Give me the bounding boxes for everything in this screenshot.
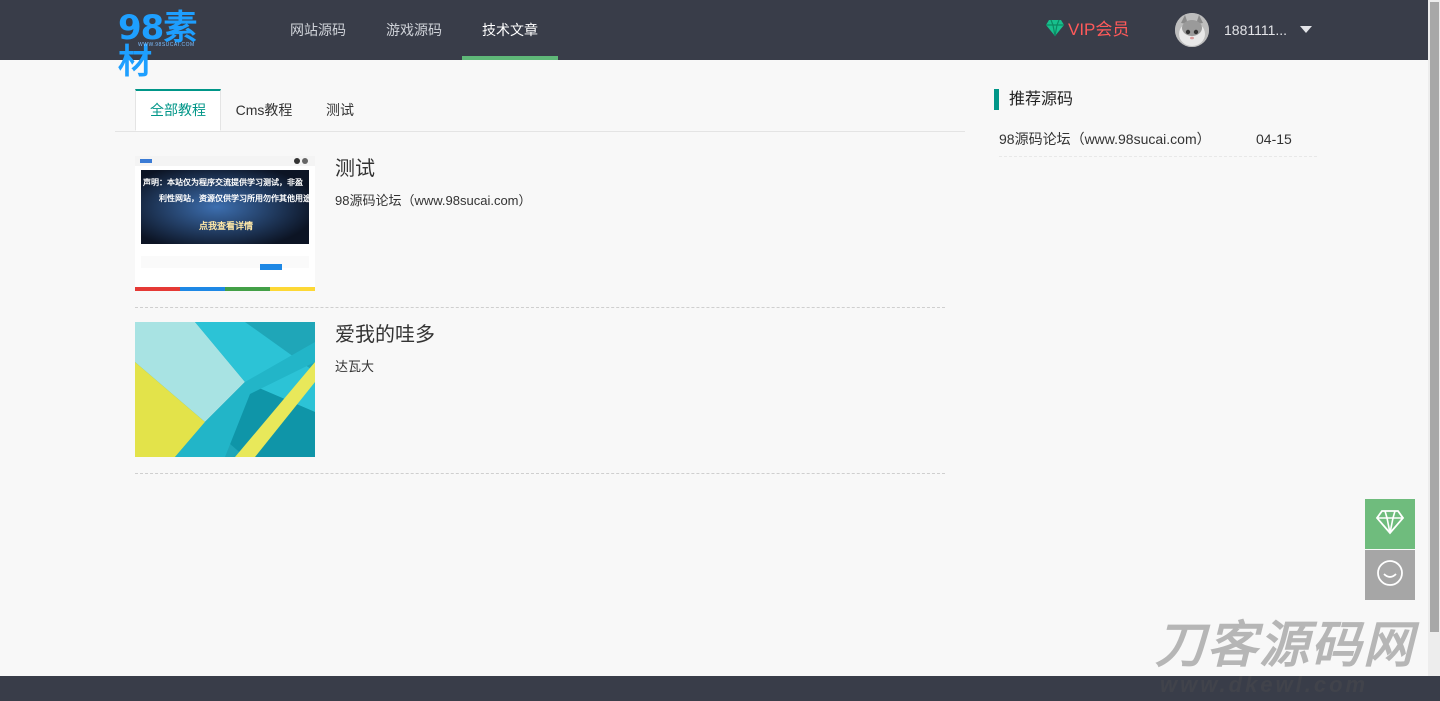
chevron-down-icon[interactable]	[1300, 26, 1312, 33]
category-tabs: 全部教程 Cms教程 测试	[115, 89, 965, 132]
article-description: 达瓦大	[335, 359, 375, 374]
diamond-icon	[1375, 509, 1405, 540]
smile-icon	[1376, 559, 1404, 592]
article-title[interactable]: 爱我的哇多	[335, 322, 435, 348]
thumbnail-banner-line2: 利性网站，资源仅供学习所用勿作其他用途。	[159, 194, 309, 203]
tab-test[interactable]: 测试	[308, 90, 372, 130]
article-thumbnail[interactable]	[135, 322, 315, 457]
recommended-heading: 推荐源码	[994, 89, 1073, 110]
float-feedback-button[interactable]	[1365, 550, 1415, 600]
thumbnail-banner-button: 点我查看详情	[198, 221, 253, 231]
watermark-text: 刀客源码网	[1155, 616, 1415, 674]
article-thumbnail[interactable]: 声明：本站仅为程序交流提供学习测试，非盈 利性网站，资源仅供学习所用勿作其他用途…	[135, 156, 315, 291]
username[interactable]: 1881111...	[1224, 0, 1287, 60]
recommended-item-date: 04-15	[1256, 131, 1292, 147]
float-vip-button[interactable]	[1365, 499, 1415, 549]
article-description: 98源码论坛（www.98sucai.com）	[335, 193, 532, 208]
tab-all-tutorials[interactable]: 全部教程	[135, 89, 221, 131]
vip-label: VIP会员	[1068, 20, 1130, 39]
logo-subtext: WWW.98SUCAI.COM	[138, 42, 195, 48]
site-logo[interactable]: 98素材 WWW.98SUCAI.COM	[118, 11, 218, 79]
nav-website-source[interactable]: 网站源码	[270, 0, 366, 60]
nav-game-source[interactable]: 游戏源码	[366, 0, 462, 60]
user-avatar[interactable]	[1175, 13, 1209, 47]
scrollbar-thumb[interactable]	[1430, 2, 1439, 632]
tab-cms-tutorials[interactable]: Cms教程	[221, 90, 307, 130]
article-item[interactable]: 声明：本站仅为程序交流提供学习测试，非盈 利性网站，资源仅供学习所用勿作其他用途…	[135, 156, 945, 308]
recommended-item-title[interactable]: 98源码论坛（www.98sucai.com）	[999, 126, 1211, 152]
article-item[interactable]: 爱我的哇多 达瓦大	[135, 322, 945, 474]
thumbnail-banner-line1: 声明：本站仅为程序交流提供学习测试，非盈	[143, 178, 303, 187]
vip-member-link[interactable]: VIP会员	[1045, 18, 1129, 42]
top-nav-bar: 98素材 WWW.98SUCAI.COM 网站源码 游戏源码 技术文章 VIP会…	[0, 0, 1440, 79]
diamond-icon	[1045, 19, 1065, 42]
article-title[interactable]: 测试	[335, 156, 375, 182]
nav-tech-articles[interactable]: 技术文章	[462, 0, 558, 60]
recommended-item[interactable]: 98源码论坛（www.98sucai.com） 04-15	[999, 126, 1317, 157]
watermark-url: www.dkewl.com	[1160, 672, 1369, 697]
